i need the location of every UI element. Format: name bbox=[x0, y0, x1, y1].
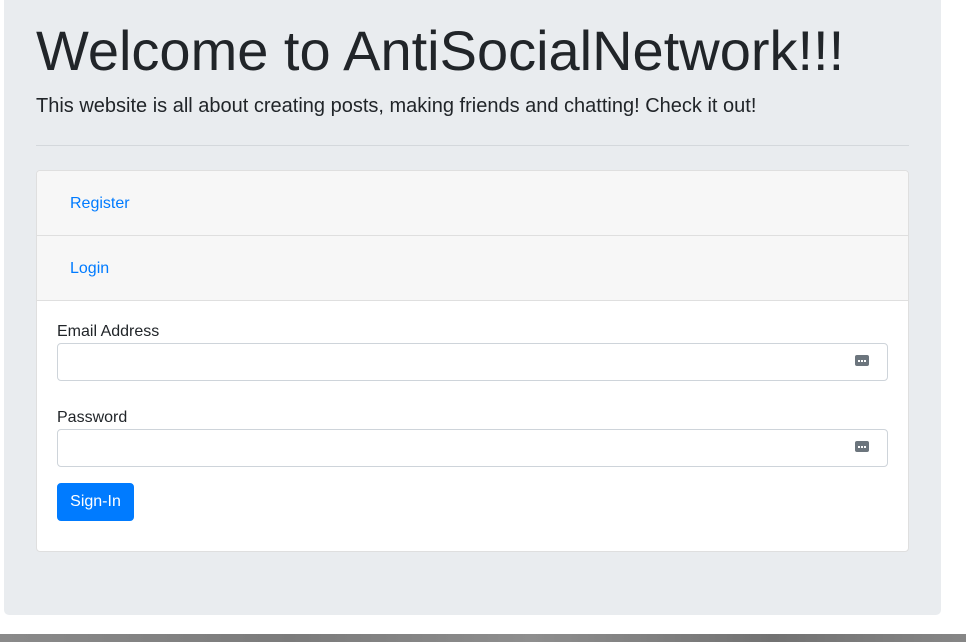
email-field[interactable] bbox=[57, 343, 888, 381]
password-label: Password bbox=[57, 409, 128, 426]
jumbotron-panel: Welcome to AntiSocialNetwork!!! This web… bbox=[4, 0, 941, 615]
divider bbox=[36, 145, 909, 146]
register-row: Register bbox=[37, 171, 908, 236]
login-row: Login bbox=[37, 236, 908, 301]
password-manager-key-icon[interactable] bbox=[855, 441, 869, 452]
email-label: Email Address bbox=[57, 323, 160, 340]
password-field[interactable] bbox=[57, 429, 888, 467]
register-link[interactable]: Register bbox=[70, 194, 130, 214]
sign-in-button[interactable]: Sign-In bbox=[57, 483, 134, 521]
login-link[interactable]: Login bbox=[70, 259, 109, 279]
background-image-strip bbox=[0, 634, 966, 642]
auth-card: Register Login Email Address Password Si… bbox=[36, 170, 909, 552]
page-subtitle: This website is all about creating posts… bbox=[36, 95, 757, 117]
password-manager-key-icon[interactable] bbox=[855, 355, 869, 366]
page-title: Welcome to AntiSocialNetwork!!! bbox=[36, 19, 845, 82]
